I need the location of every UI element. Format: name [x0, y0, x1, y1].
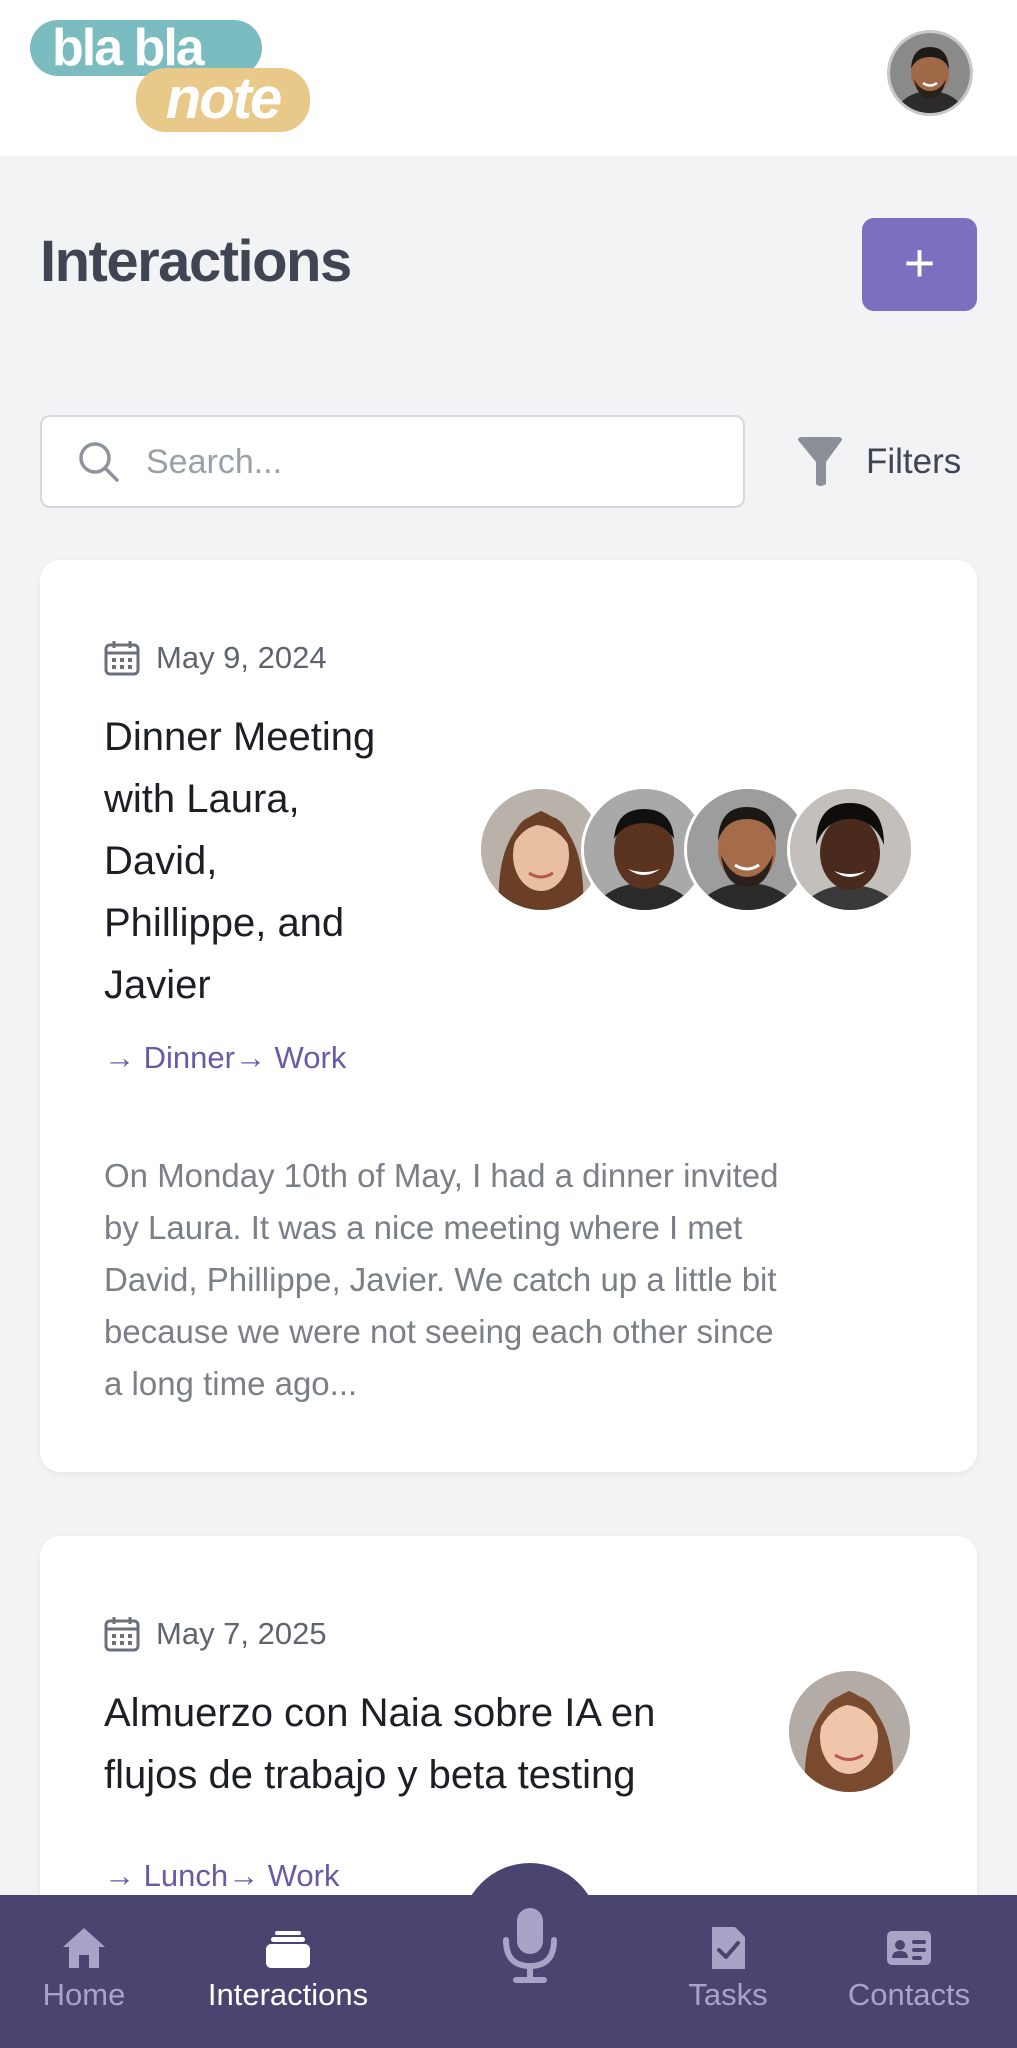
interactions-icon — [266, 1931, 310, 1968]
title-line: Almuerzo con Naia sobre IA en — [104, 1691, 656, 1735]
search-box[interactable] — [40, 415, 745, 508]
summary-line: by Laura. It was a nice meeting where I … — [104, 1209, 743, 1246]
add-interaction-button[interactable]: + — [862, 218, 977, 311]
title-line: Javier — [104, 963, 211, 1007]
title-line: Dinner Meeting — [104, 715, 376, 759]
search-input[interactable] — [146, 431, 706, 493]
tag-dinner[interactable]: → Dinner — [104, 1040, 235, 1076]
app-logo[interactable]: bla bla note — [30, 20, 310, 132]
search-icon — [79, 442, 119, 482]
summary-line: a long time ago... — [104, 1365, 358, 1402]
participant-naia-image — [789, 1671, 910, 1792]
participant-avatar[interactable] — [786, 1668, 913, 1795]
calendar-icon — [104, 641, 140, 676]
nav-home-label: Home — [42, 1977, 126, 2012]
tag-lunch[interactable]: → Lunch — [104, 1858, 228, 1894]
filters-button[interactable]: Filters — [796, 434, 961, 490]
summary-line: because we were not seeing each other si… — [104, 1313, 774, 1350]
nav-tasks-label: Tasks — [688, 1977, 768, 2012]
title-line: with Laura, — [104, 777, 300, 821]
participant-avatar[interactable] — [787, 786, 914, 913]
tag-work[interactable]: → Work — [235, 1040, 346, 1076]
interaction-date-row: May 9, 2024 — [104, 640, 327, 676]
interaction-date-row: May 7, 2025 — [104, 1616, 327, 1652]
participant-javier-image — [790, 789, 911, 910]
contacts-icon — [887, 1931, 931, 1965]
interaction-tags: → Lunch → Work — [104, 1858, 339, 1894]
interaction-tags: → Dinner → Work — [104, 1040, 346, 1076]
user-avatar[interactable] — [887, 30, 973, 116]
nav-contacts-label: Contacts — [847, 1977, 971, 2012]
summary-line: David, Phillippe, Javier. We catch up a … — [104, 1261, 777, 1298]
nav-home[interactable]: Home — [40, 1925, 128, 2013]
nav-tasks[interactable]: Tasks — [684, 1925, 772, 2013]
filters-label: Filters — [866, 442, 962, 481]
interaction-date: May 7, 2025 — [156, 1616, 327, 1651]
tasks-icon — [712, 1927, 745, 1969]
interaction-title[interactable]: Almuerzo con Naia sobre IA en flujos de … — [104, 1682, 655, 1806]
interaction-summary: On Monday 10th of May, I had a dinner in… — [104, 1150, 934, 1410]
participant-avatars[interactable] — [786, 1668, 913, 1795]
page-title: Interactions — [40, 229, 352, 294]
title-line: Phillippe, and — [104, 901, 345, 945]
summary-line: On Monday 10th of May, I had a dinner in… — [104, 1157, 779, 1194]
microphone-icon[interactable] — [500, 1906, 560, 1984]
home-icon — [63, 1928, 105, 1968]
nav-interactions[interactable]: Interactions — [196, 1925, 380, 2013]
participant-avatars[interactable] — [478, 786, 914, 913]
filter-icon — [798, 437, 842, 486]
title-line: David, — [104, 839, 218, 883]
interaction-title[interactable]: Dinner Meeting with Laura, David, Philli… — [104, 706, 375, 1016]
calendar-icon — [104, 1617, 140, 1652]
interaction-card[interactable]: May 9, 2024 Dinner Meeting with Laura, D… — [40, 560, 977, 1472]
nav-interactions-label: Interactions — [207, 1977, 369, 2012]
interaction-date: May 9, 2024 — [156, 640, 327, 675]
tag-work[interactable]: → Work — [228, 1858, 339, 1894]
nav-contacts[interactable]: Contacts — [840, 1925, 978, 2013]
top-bar: bla bla note — [0, 0, 1017, 156]
logo-bottom-text: note — [136, 68, 310, 132]
title-line: flujos de trabajo y beta testing — [104, 1753, 636, 1797]
user-avatar-image — [890, 33, 970, 113]
